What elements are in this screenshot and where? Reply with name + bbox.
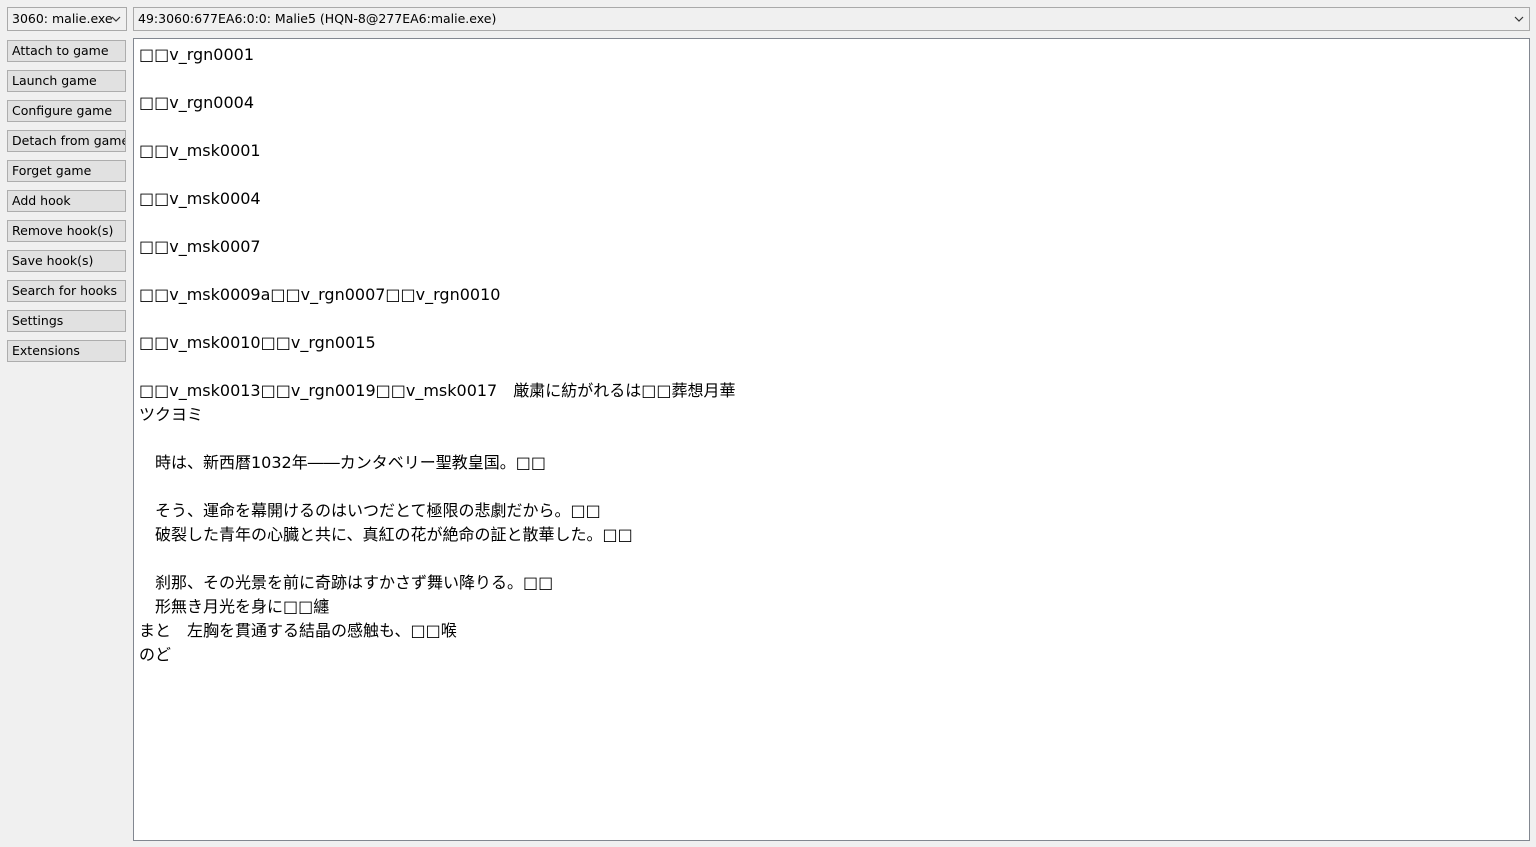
text-output-area[interactable]: □□v_rgn0001 □□v_rgn0004 □□v_msk0001 □□v_msk…	[133, 38, 1530, 841]
chevron-down-icon	[1513, 8, 1525, 30]
text-line: のど	[139, 645, 172, 664]
extensions-button[interactable]: Extensions	[7, 340, 126, 362]
attach-to-game-button[interactable]: Attach to game	[7, 40, 126, 62]
text-line: □□v_rgn0001	[139, 45, 255, 64]
text-line: 時は、新西暦1032年――カンタベリー聖教皇国。□□	[139, 453, 546, 472]
text-line: ツクヨミ	[139, 405, 204, 424]
text-line: □□v_msk0007	[139, 237, 261, 256]
process-select-value: 3060: malie.exe	[12, 11, 113, 26]
text-line	[139, 67, 1524, 91]
text-line	[139, 115, 1524, 139]
text-line	[139, 211, 1524, 235]
text-line: □□v_msk0009a□□v_rgn0007□□v_rgn0010	[139, 285, 501, 304]
hook-select[interactable]: 49:3060:677EA6:0:0: Malie5 (HQN-8@277EA6…	[133, 7, 1530, 31]
text-line: 破裂した青年の心臓と共に、真紅の花が絶命の証と散華した。□□	[139, 525, 633, 544]
text-line: □□v_msk0001	[139, 141, 261, 160]
text-line: □□v_msk0010□□v_rgn0015	[139, 333, 376, 352]
text-output-content: □□v_rgn0001 □□v_rgn0004 □□v_msk0001 □□v_msk…	[139, 43, 1524, 667]
remove-hooks-button[interactable]: Remove hook(s)	[7, 220, 126, 242]
text-line	[139, 259, 1524, 283]
launch-game-button[interactable]: Launch game	[7, 70, 126, 92]
text-line: 刹那、その光景を前に奇跡はすかさず舞い降りる。□□	[139, 573, 554, 592]
text-line	[139, 427, 1524, 451]
text-line	[139, 547, 1524, 571]
forget-game-button[interactable]: Forget game	[7, 160, 126, 182]
text-line: まと 左胸を貫通する結晶の感触も、□□喉	[139, 621, 457, 640]
configure-game-button[interactable]: Configure game	[7, 100, 126, 122]
text-line: 形無き月光を身に□□纏	[139, 597, 330, 616]
text-line: □□v_rgn0004	[139, 93, 255, 112]
text-line	[139, 163, 1524, 187]
save-hooks-button[interactable]: Save hook(s)	[7, 250, 126, 272]
text-line	[139, 475, 1524, 499]
text-line	[139, 355, 1524, 379]
chevron-down-icon	[110, 8, 122, 30]
text-line: □□v_msk0013□□v_rgn0019□□v_msk0017 厳粛に紡がれ…	[139, 381, 736, 400]
search-for-hooks-button[interactable]: Search for hooks	[7, 280, 126, 302]
text-line: □□v_msk0004	[139, 189, 261, 208]
text-line: そう、運命を幕開けるのはいつだとて極限の悲劇だから。□□	[139, 501, 601, 520]
process-select[interactable]: 3060: malie.exe	[7, 7, 127, 31]
add-hook-button[interactable]: Add hook	[7, 190, 126, 212]
hook-select-value: 49:3060:677EA6:0:0: Malie5 (HQN-8@277EA6…	[138, 11, 497, 26]
detach-from-game-button[interactable]: Detach from game	[7, 130, 126, 152]
text-line	[139, 307, 1524, 331]
settings-button[interactable]: Settings	[7, 310, 126, 332]
